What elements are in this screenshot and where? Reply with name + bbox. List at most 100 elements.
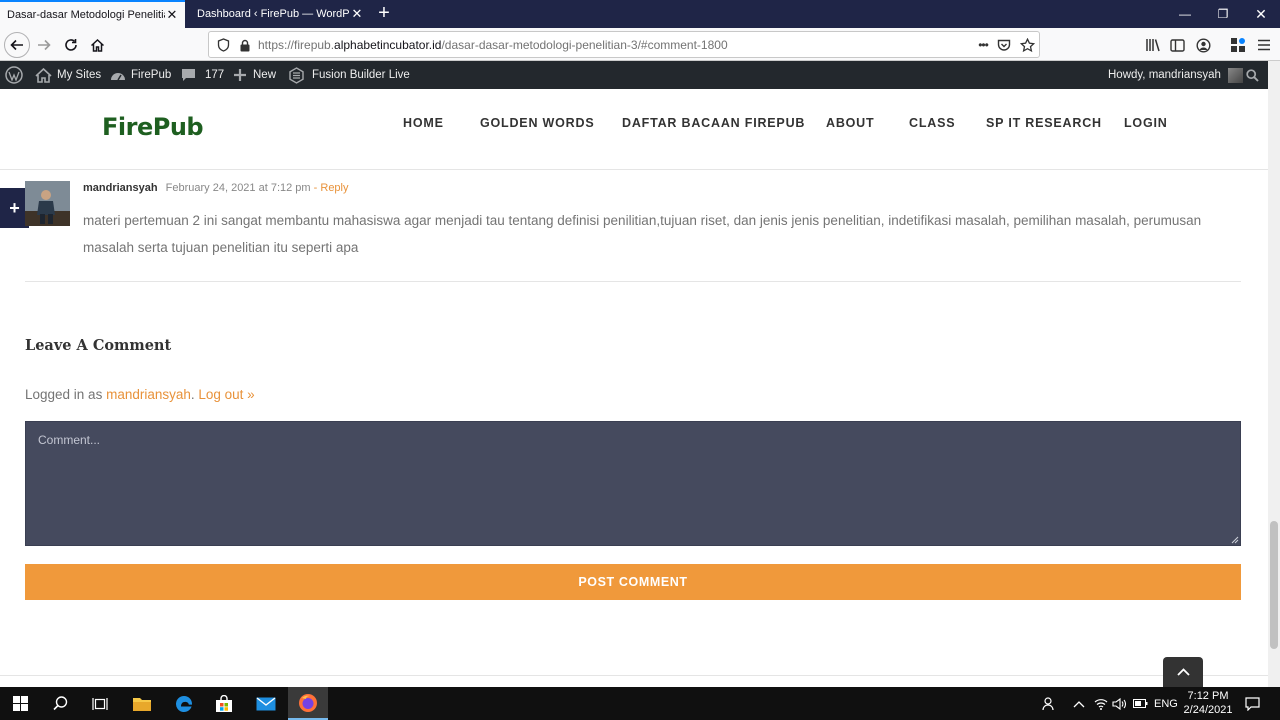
file-explorer-button[interactable] bbox=[122, 687, 162, 720]
post-comment-button[interactable]: POST COMMENT bbox=[25, 564, 1241, 600]
library-icon bbox=[1146, 39, 1160, 52]
site-logo[interactable]: FirePub bbox=[102, 113, 204, 141]
howdy-label: Howdy, mandriansyah bbox=[1108, 69, 1221, 81]
admin-site-name[interactable]: FirePub bbox=[110, 61, 171, 89]
url-domain: alphabetincubator.id bbox=[334, 38, 442, 52]
account-button[interactable] bbox=[1190, 32, 1216, 58]
nav-login[interactable]: LOGIN bbox=[1124, 116, 1168, 130]
window-close-button[interactable]: ✕ bbox=[1243, 0, 1279, 28]
wifi-icon[interactable] bbox=[1094, 687, 1108, 720]
people-icon[interactable] bbox=[1042, 687, 1056, 720]
comment-text: materi pertemuan 2 ini sangat membantu m… bbox=[83, 213, 1202, 255]
star-icon[interactable] bbox=[1019, 37, 1035, 53]
comment-date[interactable]: February 24, 2021 at 7:12 pm bbox=[166, 182, 311, 194]
tab-dashboard[interactable]: Dashboard ‹ FirePub — WordPress ✕ bbox=[185, 0, 370, 28]
clock-date: 2/24/2021 bbox=[1183, 704, 1233, 716]
page-scrollbar[interactable] bbox=[1268, 61, 1280, 687]
battery-icon[interactable] bbox=[1133, 687, 1148, 720]
nav-home[interactable]: HOME bbox=[403, 116, 444, 130]
scrollbar-thumb[interactable] bbox=[1270, 521, 1278, 649]
start-button[interactable] bbox=[0, 687, 40, 720]
back-button[interactable] bbox=[4, 32, 30, 58]
plus-icon bbox=[234, 69, 246, 81]
admin-my-sites[interactable]: My Sites bbox=[35, 61, 101, 89]
chevron-up-icon[interactable] bbox=[1073, 687, 1085, 720]
new-tab-button[interactable]: + bbox=[370, 0, 398, 28]
avatar bbox=[1227, 67, 1243, 83]
nav-sp-it-research[interactable]: SP IT RESEARCH bbox=[986, 116, 1102, 130]
minimize-button[interactable]: — bbox=[1167, 0, 1203, 28]
admin-comments[interactable]: 177 bbox=[181, 61, 224, 89]
close-icon[interactable]: ✕ bbox=[350, 7, 364, 21]
forward-button[interactable] bbox=[31, 32, 57, 58]
comment-reply-link[interactable]: - Reply bbox=[314, 182, 349, 194]
divider bbox=[25, 281, 1241, 282]
nav-golden-words[interactable]: GOLDEN WORDS bbox=[480, 116, 594, 130]
logged-in-user-link[interactable]: mandriansyah bbox=[106, 387, 191, 402]
sidebar-icon bbox=[1169, 38, 1185, 52]
edge-button[interactable] bbox=[164, 687, 204, 720]
mail-button[interactable] bbox=[246, 687, 286, 720]
task-view-button[interactable] bbox=[80, 687, 120, 720]
lock-icon[interactable] bbox=[237, 37, 253, 53]
home-icon bbox=[90, 38, 104, 52]
comments-count: 177 bbox=[205, 69, 225, 81]
logout-link[interactable]: Log out » bbox=[198, 387, 254, 402]
logged-in-line: Logged in as mandriansyah. Log out » bbox=[25, 387, 255, 402]
store-button[interactable] bbox=[204, 687, 244, 720]
pocket-icon[interactable] bbox=[996, 37, 1012, 53]
url-text[interactable]: https://firepub.alphabetincubator.id/das… bbox=[258, 38, 728, 52]
firefox-taskbar-button[interactable] bbox=[288, 687, 328, 720]
store-bag-icon bbox=[216, 694, 232, 712]
language-indicator[interactable]: ENG bbox=[1154, 687, 1178, 720]
search-icon bbox=[52, 696, 67, 711]
footer-divider bbox=[0, 675, 1268, 676]
home-button[interactable] bbox=[84, 32, 110, 58]
url-path: /dasar-dasar-metodologi-penelitian-3/#co… bbox=[441, 38, 728, 52]
comment-avatar bbox=[25, 181, 70, 226]
my-sites-label: My Sites bbox=[57, 69, 102, 81]
mail-icon bbox=[256, 696, 276, 710]
comment-author[interactable]: mandriansyah bbox=[83, 182, 158, 194]
comment-textarea[interactable] bbox=[25, 421, 1241, 546]
nav-daftar-bacaan[interactable]: DAFTAR BACAAN FIREPUB bbox=[622, 116, 805, 130]
hamburger-icon bbox=[1258, 39, 1270, 51]
url-bar[interactable]: https://firepub.alphabetincubator.id/das… bbox=[208, 31, 1040, 58]
nav-about[interactable]: ABOUT bbox=[826, 116, 874, 130]
close-icon[interactable]: ✕ bbox=[165, 8, 179, 22]
library-button[interactable] bbox=[1140, 32, 1166, 58]
comment-meta: mandriansyah February 24, 2021 at 7:12 p… bbox=[83, 182, 349, 194]
wp-admin-bar: My Sites FirePub 177 New Fusion Builder … bbox=[0, 61, 1268, 89]
reload-button[interactable] bbox=[58, 32, 84, 58]
admin-search[interactable] bbox=[1246, 61, 1259, 89]
notifications-icon[interactable] bbox=[1245, 687, 1260, 720]
wordpress-logo-button[interactable] bbox=[5, 61, 23, 89]
search-icon bbox=[1246, 68, 1259, 82]
sidebar-toggle-button[interactable] bbox=[1164, 32, 1190, 58]
resize-handle-icon[interactable] bbox=[1231, 536, 1239, 544]
extensions-icon bbox=[1231, 38, 1245, 52]
arrow-right-icon bbox=[38, 39, 51, 51]
volume-icon[interactable] bbox=[1112, 687, 1126, 720]
extensions-button[interactable] bbox=[1225, 32, 1251, 58]
admin-new[interactable]: New bbox=[234, 61, 276, 89]
page-actions-icon[interactable]: ••• bbox=[972, 37, 994, 53]
system-clock[interactable]: 7:12 PM 2/24/2021 bbox=[1180, 689, 1236, 717]
site-header: FirePub HOME GOLDEN WORDS DAFTAR BACAAN … bbox=[0, 89, 1268, 170]
browser-nav-bar: https://firepub.alphabetincubator.id/das… bbox=[0, 28, 1280, 61]
firefox-icon bbox=[299, 693, 317, 712]
maximize-button[interactable]: ❐ bbox=[1205, 0, 1241, 28]
taskbar-search-button[interactable] bbox=[40, 687, 80, 720]
shield-icon[interactable] bbox=[215, 37, 231, 53]
admin-account[interactable]: Howdy, mandriansyah bbox=[1108, 61, 1243, 89]
back-to-top-button[interactable] bbox=[1163, 657, 1203, 687]
site-name-label: FirePub bbox=[131, 69, 172, 81]
windows-logo-icon bbox=[12, 696, 28, 711]
fusion-builder-label: Fusion Builder Live bbox=[312, 69, 410, 81]
nav-class[interactable]: CLASS bbox=[909, 116, 955, 130]
admin-fusion-builder[interactable]: Fusion Builder Live bbox=[288, 61, 410, 89]
app-menu-button[interactable] bbox=[1251, 32, 1277, 58]
comment-bubble-icon bbox=[182, 69, 195, 81]
tab-title: Dasar-dasar Metodologi Penelitian bbox=[7, 9, 165, 21]
tab-dasar-dasar[interactable]: Dasar-dasar Metodologi Penelitian ✕ bbox=[0, 0, 185, 28]
